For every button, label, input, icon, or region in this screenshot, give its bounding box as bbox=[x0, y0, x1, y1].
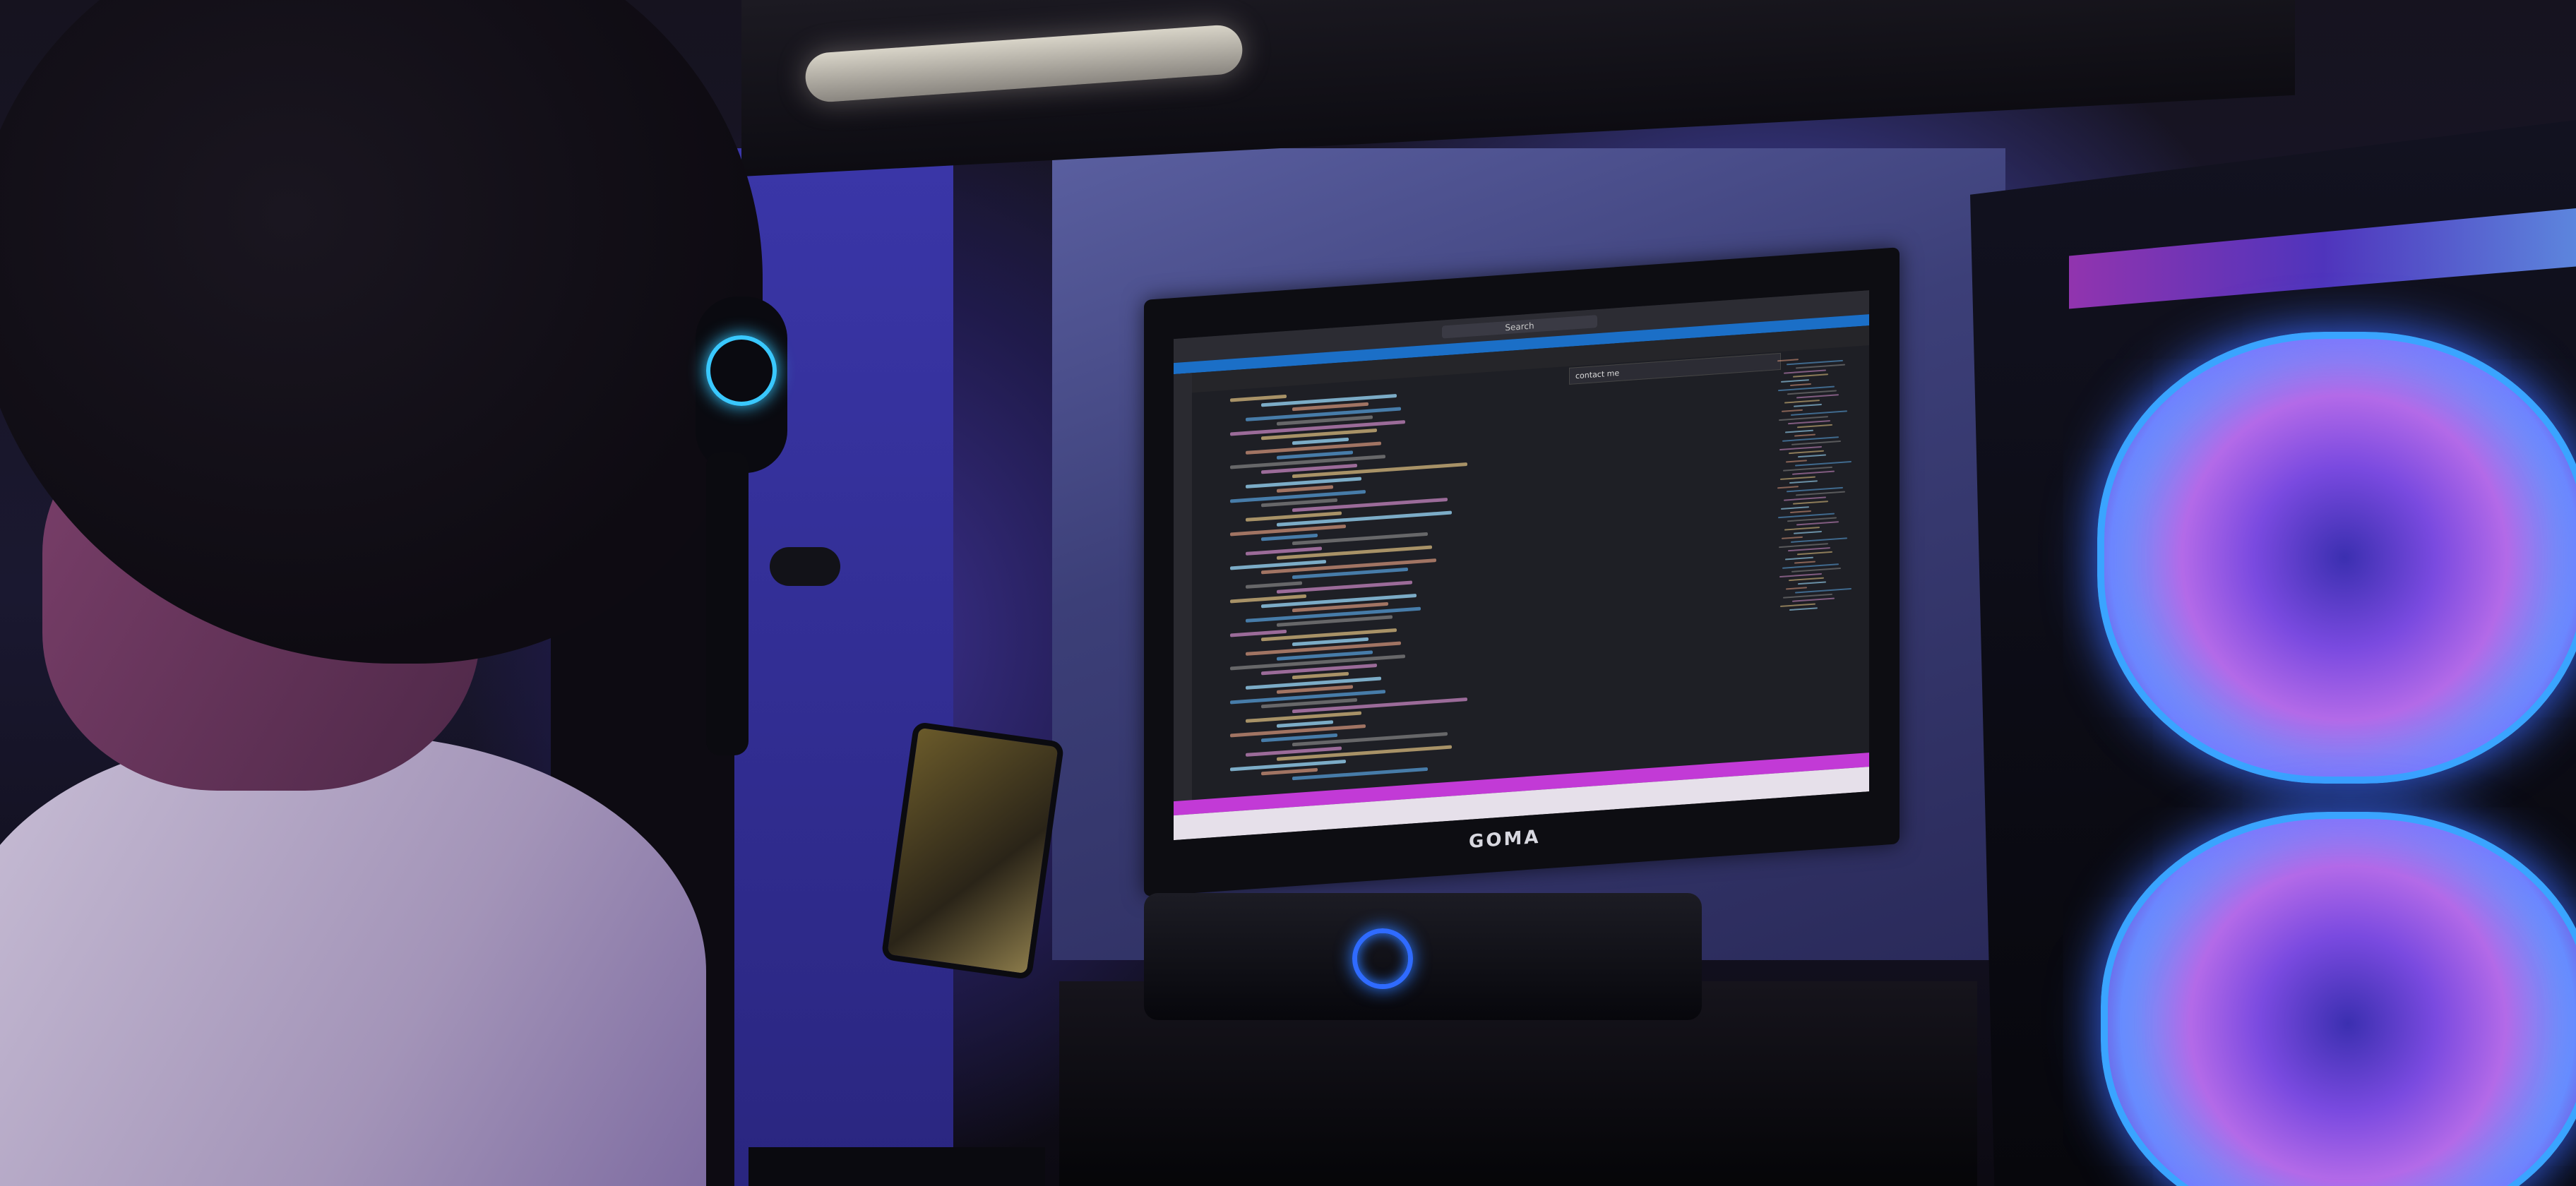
minimap-line bbox=[1780, 603, 1815, 607]
minimap-line bbox=[1779, 573, 1822, 578]
minimap-line bbox=[1791, 410, 1847, 416]
minimap-line bbox=[1786, 587, 1807, 590]
minimap-line bbox=[1794, 530, 1822, 534]
code-line bbox=[1261, 533, 1318, 541]
minimap-line bbox=[1790, 383, 1811, 387]
minimap-line bbox=[1796, 394, 1839, 399]
code-line bbox=[1277, 510, 1452, 527]
editor-activity-bar bbox=[1174, 373, 1192, 813]
headphone-light-ring bbox=[706, 335, 777, 406]
minimap-line bbox=[1782, 536, 1803, 539]
rgb-fan-lower bbox=[2101, 812, 2576, 1186]
phone-on-stand bbox=[881, 721, 1065, 981]
code-line bbox=[1261, 767, 1318, 776]
editor-minimap bbox=[1777, 355, 1855, 629]
minimap-line bbox=[1789, 607, 1818, 611]
minimap-line bbox=[1788, 547, 1830, 552]
code-line bbox=[1292, 671, 1349, 680]
code-line bbox=[1230, 525, 1346, 537]
headphone bbox=[696, 296, 787, 473]
code-line bbox=[1277, 745, 1452, 761]
minimap-line bbox=[1798, 581, 1826, 585]
minimap-line bbox=[1797, 551, 1832, 556]
code-line bbox=[1246, 581, 1302, 589]
minimap-line bbox=[1792, 597, 1835, 602]
minimap-line bbox=[1793, 501, 1828, 505]
code-line bbox=[1246, 476, 1361, 489]
minimap-line bbox=[1779, 445, 1822, 451]
minimap-line bbox=[1781, 379, 1809, 383]
minimap-line bbox=[1788, 420, 1830, 425]
microphone-cable bbox=[706, 452, 749, 755]
minimap-line bbox=[1780, 476, 1815, 480]
minimap-line bbox=[1789, 480, 1818, 484]
minimap-line bbox=[1796, 491, 1845, 496]
minimap-line bbox=[1789, 450, 1824, 455]
monitor-logo: GOMA bbox=[1469, 826, 1541, 853]
minimap-line bbox=[1785, 556, 1813, 561]
minimap-line bbox=[1782, 409, 1803, 412]
minimap-line bbox=[1784, 369, 1826, 374]
code-line bbox=[1230, 759, 1346, 771]
code-line bbox=[1230, 394, 1287, 402]
minimap-line bbox=[1793, 373, 1828, 378]
minimap-line bbox=[1795, 587, 1852, 594]
minimap-line bbox=[1795, 460, 1852, 467]
keyboard bbox=[749, 1147, 1045, 1186]
code-line bbox=[1292, 462, 1467, 479]
minimap-line bbox=[1791, 440, 1841, 445]
minimap-line bbox=[1784, 527, 1820, 531]
minimap-line bbox=[1797, 424, 1832, 429]
minimap-line bbox=[1789, 577, 1824, 582]
minimap-line bbox=[1777, 486, 1799, 489]
code-line bbox=[1230, 629, 1287, 637]
monitor-screen: Search contact me bbox=[1174, 290, 1869, 841]
photo-scene: Search contact me GOMA bbox=[0, 0, 2576, 1186]
minimap-line bbox=[1791, 567, 1841, 573]
minimap-line bbox=[1784, 496, 1826, 501]
minimap-line bbox=[1796, 364, 1845, 369]
minimap-line bbox=[1781, 506, 1809, 510]
minimap-line bbox=[1786, 460, 1807, 463]
minimap-line bbox=[1798, 454, 1826, 458]
code-line bbox=[1277, 719, 1333, 728]
minimap-line bbox=[1791, 537, 1847, 543]
minimap-line bbox=[1794, 433, 1815, 437]
minimap-line bbox=[1794, 403, 1822, 407]
code-line bbox=[1292, 697, 1467, 713]
rgb-fan-upper bbox=[2097, 332, 2576, 784]
minimap-line bbox=[1792, 470, 1835, 475]
editor-code-area bbox=[1216, 362, 1753, 795]
speaker-light-ring bbox=[1352, 928, 1413, 989]
minimap-line bbox=[1796, 521, 1839, 526]
code-line bbox=[1277, 485, 1333, 493]
minimap-line bbox=[1790, 510, 1811, 514]
code-line bbox=[1246, 711, 1361, 723]
minimap-line bbox=[1785, 429, 1813, 433]
microphone bbox=[770, 547, 840, 586]
minimap-line bbox=[1784, 400, 1820, 404]
monitor: Search contact me GOMA bbox=[1144, 247, 1900, 897]
code-line bbox=[1292, 437, 1349, 445]
minimap-line bbox=[1794, 561, 1815, 564]
speaker-bar bbox=[1144, 893, 1702, 1020]
